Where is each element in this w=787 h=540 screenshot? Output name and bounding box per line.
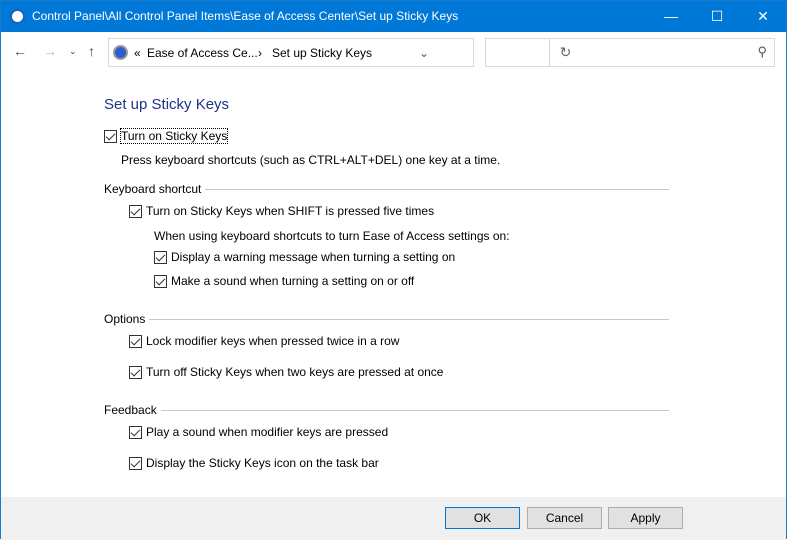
- apply-button[interactable]: Apply: [608, 507, 683, 529]
- play-sound-checkbox[interactable]: Play a sound when modifier keys are pres…: [129, 425, 388, 439]
- search-icon[interactable]: ⚲: [757, 44, 767, 60]
- ease-of-access-icon: [10, 9, 25, 24]
- make-sound-checkbox[interactable]: Make a sound when turning a setting on o…: [154, 274, 414, 288]
- checkbox-checked[interactable]: [129, 425, 142, 439]
- lock-modifier-checkbox[interactable]: Lock modifier keys when pressed twice in…: [129, 334, 399, 348]
- breadcrumb-separator[interactable]: ›: [258, 46, 262, 60]
- cancel-button[interactable]: Cancel: [527, 507, 602, 529]
- page-title: Set up Sticky Keys: [104, 96, 230, 113]
- checkbox-checked[interactable]: [129, 456, 142, 470]
- breadcrumb-overflow[interactable]: «: [134, 46, 141, 60]
- shift-five-times-checkbox[interactable]: Turn on Sticky Keys when SHIFT is presse…: [129, 204, 434, 218]
- divider: [205, 188, 669, 190]
- window-title: Control Panel\All Control Panel Items\Ea…: [32, 9, 459, 23]
- search-input[interactable]: ⚲: [485, 38, 775, 67]
- title-bar: Control Panel\All Control Panel Items\Ea…: [1, 1, 786, 32]
- chevron-down-icon[interactable]: ⌄: [419, 46, 429, 60]
- display-icon-checkbox[interactable]: Display the Sticky Keys icon on the task…: [129, 456, 379, 470]
- checkbox-checked[interactable]: [129, 204, 142, 218]
- group-options: Options: [104, 312, 669, 326]
- description: Press keyboard shortcuts (such as CTRL+A…: [121, 153, 501, 167]
- divider: [160, 409, 669, 411]
- group-keyboard-shortcut: Keyboard shortcut: [104, 182, 669, 196]
- checkbox-checked[interactable]: [154, 274, 167, 288]
- checkbox-checked[interactable]: [154, 250, 167, 264]
- turn-on-sticky-keys-checkbox[interactable]: Turn on Sticky Keys: [104, 128, 229, 144]
- divider: [149, 318, 669, 320]
- ease-of-access-icon: [113, 45, 128, 60]
- breadcrumb-item[interactable]: Set up Sticky Keys: [272, 46, 372, 60]
- back-arrow-icon[interactable]: ←: [13, 43, 27, 59]
- forward-arrow-icon[interactable]: →: [43, 43, 57, 59]
- display-warning-checkbox[interactable]: Display a warning message when turning a…: [154, 250, 455, 264]
- checkbox-checked[interactable]: [129, 334, 142, 348]
- close-button[interactable]: ✕: [740, 1, 786, 32]
- recent-chevron-icon[interactable]: ⌄: [69, 46, 77, 57]
- ok-button[interactable]: OK: [445, 507, 520, 529]
- turn-off-two-keys-checkbox[interactable]: Turn off Sticky Keys when two keys are p…: [129, 365, 443, 379]
- maximize-button[interactable]: ☐: [694, 1, 740, 32]
- shortcut-subtext: When using keyboard shortcuts to turn Ea…: [154, 229, 510, 243]
- breadcrumb-item[interactable]: Ease of Access Ce...: [147, 46, 258, 60]
- checkbox-checked[interactable]: [104, 129, 117, 143]
- checkbox-checked[interactable]: [129, 365, 142, 379]
- group-feedback: Feedback: [104, 403, 669, 417]
- minimize-button[interactable]: —: [648, 1, 694, 32]
- up-arrow-icon[interactable]: ↑: [88, 43, 95, 59]
- address-bar[interactable]: « Ease of Access Ce... › Set up Sticky K…: [108, 38, 571, 67]
